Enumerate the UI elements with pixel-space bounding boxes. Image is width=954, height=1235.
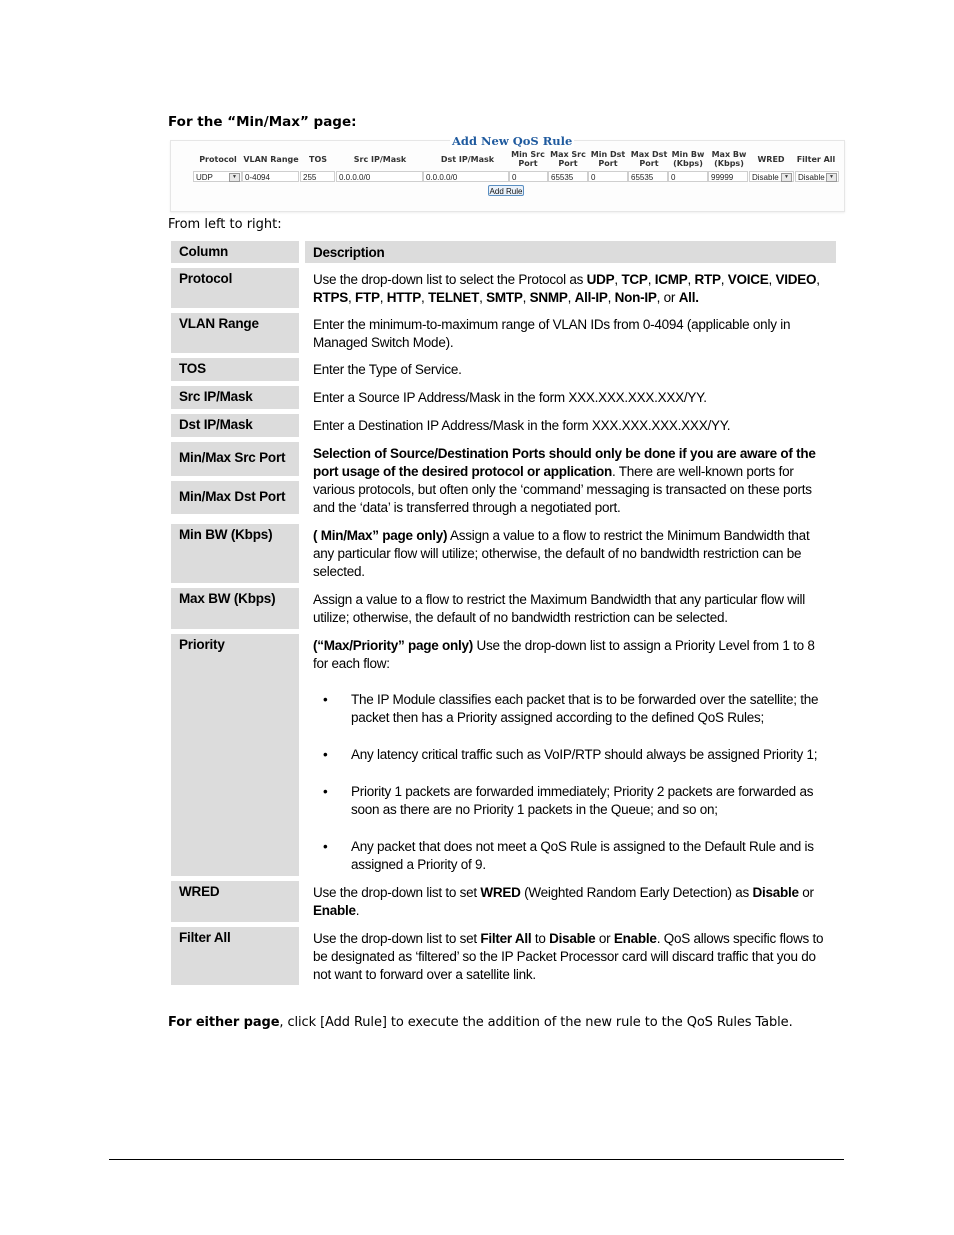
list-item: Priority 1 packets are forwarded immedia… bbox=[313, 783, 828, 819]
row-name: Max BW (Kbps) bbox=[171, 588, 299, 629]
col-header-max-src-port: Max Src Port bbox=[550, 150, 586, 168]
table-row: Filter All Use the drop-down list to set… bbox=[171, 927, 836, 985]
vlan-range-input[interactable]: 0-4094 bbox=[242, 171, 299, 182]
row-description: Enter the minimum-to-maximum range of VL… bbox=[313, 317, 791, 350]
src-ip-input[interactable]: 0.0.0.0/0 bbox=[336, 171, 423, 182]
min-src-port-input[interactable]: 0 bbox=[509, 171, 548, 182]
row-name: WRED bbox=[171, 881, 299, 922]
row-name: Dst IP/Mask bbox=[171, 414, 299, 437]
min-bw-input[interactable]: 0 bbox=[668, 171, 708, 182]
col-header-max-bw: Max Bw (Kbps) bbox=[711, 150, 747, 168]
protocol-select[interactable]: UDP ▼ bbox=[193, 171, 242, 182]
table-row: WRED Use the drop-down list to set WRED … bbox=[171, 881, 836, 922]
row-description: ( Min/Max” page only) Assign a value to … bbox=[313, 528, 810, 579]
header-column: Column bbox=[171, 241, 299, 263]
table-row: VLAN Range Enter the minimum-to-maximum … bbox=[171, 313, 836, 353]
column-description-table: Column Description Protocol Use the drop… bbox=[171, 241, 836, 990]
table-row: TOS Enter the Type of Service. bbox=[171, 358, 836, 381]
chevron-down-icon[interactable]: ▼ bbox=[781, 173, 792, 182]
priority-bullet-list: The IP Module classifies each packet tha… bbox=[313, 691, 828, 874]
table-row: Priority (“Max/Priority” page only) Use … bbox=[171, 634, 836, 876]
chevron-down-icon[interactable]: ▼ bbox=[826, 173, 837, 182]
min-dst-port-input[interactable]: 0 bbox=[588, 171, 628, 182]
section-heading: For the “Min/Max” page: bbox=[168, 114, 357, 130]
col-header-filter-all: Filter All bbox=[796, 155, 836, 164]
header-description: Description bbox=[305, 241, 836, 263]
tos-input[interactable]: 255 bbox=[300, 171, 335, 182]
wred-value: Disable bbox=[752, 173, 779, 182]
max-dst-port-input[interactable]: 65535 bbox=[628, 171, 668, 182]
table-row: Min BW (Kbps) ( Min/Max” page only) Assi… bbox=[171, 524, 836, 583]
col-header-wred: WRED bbox=[757, 155, 785, 164]
table-row: Src IP/Mask Enter a Source IP Address/Ma… bbox=[171, 386, 836, 409]
row-name: Min BW (Kbps) bbox=[171, 524, 299, 583]
protocol-value: UDP bbox=[196, 173, 213, 182]
row-name: Src IP/Mask bbox=[171, 386, 299, 409]
col-header-min-src-port: Min Src Port bbox=[511, 150, 545, 168]
row-name: TOS bbox=[171, 358, 299, 381]
list-item: Any latency critical traffic such as VoI… bbox=[313, 746, 828, 764]
col-header-min-dst-port: Min Dst Port bbox=[590, 150, 626, 168]
row-name: Protocol bbox=[171, 268, 299, 308]
footer-instruction: For either page, click [Add Rule] to exe… bbox=[168, 1015, 793, 1030]
row-description: Enter the Type of Service. bbox=[313, 362, 462, 377]
filter-all-select[interactable]: Disable ▼ bbox=[795, 171, 839, 182]
page-footer-divider bbox=[109, 1159, 844, 1160]
intro-text: From left to right: bbox=[168, 217, 282, 232]
table-row: Dst IP/Mask Enter a Destination IP Addre… bbox=[171, 414, 836, 437]
col-header-dst-ip: Dst IP/Mask bbox=[440, 155, 495, 164]
max-src-port-input[interactable]: 65535 bbox=[548, 171, 588, 182]
list-item: The IP Module classifies each packet tha… bbox=[313, 691, 828, 727]
row-name: Min/Max Src Port bbox=[171, 442, 299, 476]
qos-panel-title: Add New QoS Rule bbox=[450, 134, 575, 148]
add-rule-button[interactable]: Add Rule bbox=[488, 185, 524, 196]
filter-all-value: Disable bbox=[798, 173, 825, 182]
row-description: Use the drop-down list to select the Pro… bbox=[313, 272, 820, 305]
row-description: (“Max/Priority” page only) Use the drop-… bbox=[305, 634, 836, 876]
table-row: Min/Max Src Port Min/Max Dst Port Select… bbox=[171, 442, 836, 519]
table-row: Protocol Use the drop-down list to selec… bbox=[171, 268, 836, 308]
col-header-src-ip: Src IP/Mask bbox=[353, 155, 407, 164]
row-description: Enter a Source IP Address/Mask in the fo… bbox=[313, 390, 707, 405]
row-description: Selection of Source/Destination Ports sh… bbox=[313, 446, 816, 515]
dst-ip-input[interactable]: 0.0.0.0/0 bbox=[423, 171, 509, 182]
wred-select[interactable]: Disable ▼ bbox=[749, 171, 794, 182]
row-name: Filter All bbox=[171, 927, 299, 985]
chevron-down-icon[interactable]: ▼ bbox=[229, 173, 240, 182]
row-name: Priority bbox=[171, 634, 299, 876]
table-row: Max BW (Kbps) Assign a value to a flow t… bbox=[171, 588, 836, 629]
col-header-tos: TOS bbox=[308, 155, 328, 164]
row-name: VLAN Range bbox=[171, 313, 299, 353]
col-header-max-dst-port: Max Dst Port bbox=[630, 150, 668, 168]
col-header-protocol: Protocol bbox=[199, 155, 237, 164]
row-description: Use the drop-down list to set WRED (Weig… bbox=[313, 885, 814, 918]
table-header-row: Column Description bbox=[171, 241, 836, 263]
col-header-min-bw: Min Bw (Kbps) bbox=[671, 150, 705, 168]
row-description: Assign a value to a flow to restrict the… bbox=[313, 592, 805, 625]
col-header-vlan-range: VLAN Range bbox=[243, 155, 299, 164]
max-bw-input[interactable]: 99999 bbox=[708, 171, 748, 182]
row-description: Use the drop-down list to set Filter All… bbox=[313, 931, 824, 982]
list-item: Any packet that does not meet a QoS Rule… bbox=[313, 838, 828, 874]
row-description: Enter a Destination IP Address/Mask in t… bbox=[313, 418, 731, 433]
row-name: Min/Max Dst Port bbox=[171, 480, 299, 514]
